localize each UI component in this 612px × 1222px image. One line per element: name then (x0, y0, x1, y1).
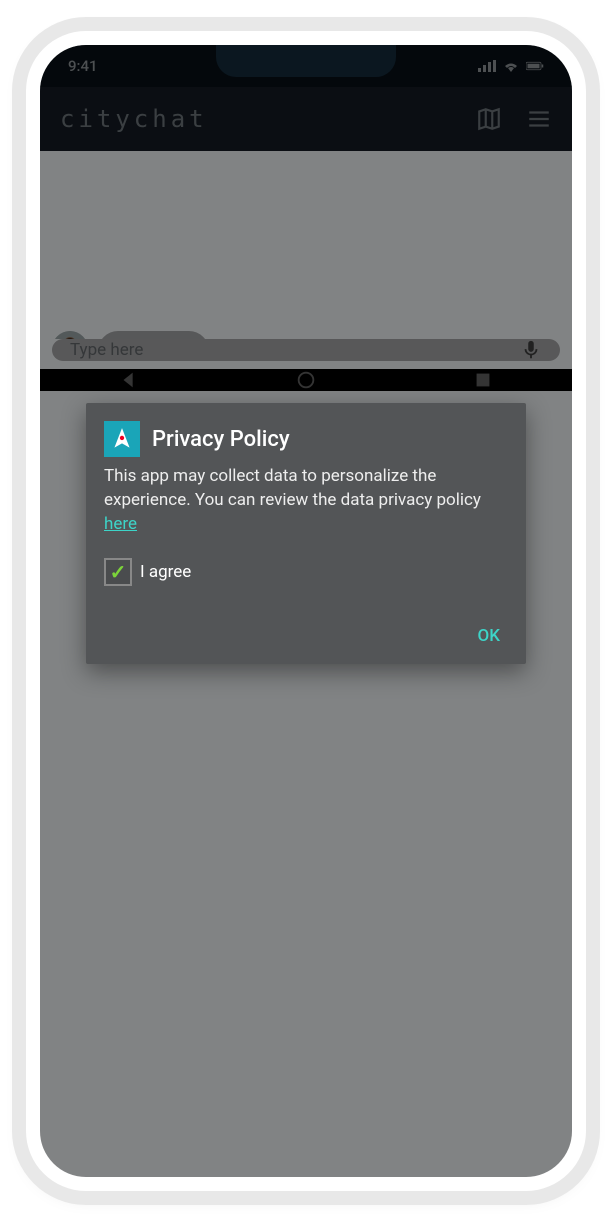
dialog-body: This app may collect data to personalize… (104, 465, 508, 536)
agree-label: I agree (140, 562, 191, 582)
dialog-title: Privacy Policy (152, 427, 290, 452)
dialog-body-text: This app may collect data to personalize… (104, 466, 481, 510)
checkmark-icon: ✓ (110, 560, 127, 584)
privacy-policy-link[interactable]: here (104, 514, 137, 534)
ok-button[interactable]: OK (478, 626, 500, 646)
phone-frame: 9:41 citychat Hi, I'm CiciWGWGI'm Cici D… (26, 31, 586, 1191)
dialog-app-icon (104, 421, 140, 457)
agree-checkbox[interactable]: ✓ (104, 558, 132, 586)
privacy-dialog: Privacy Policy This app may collect data… (86, 403, 526, 664)
screen: 9:41 citychat Hi, I'm CiciWGWGI'm Cici D… (40, 45, 572, 1177)
agree-checkbox-row[interactable]: ✓ I agree (104, 558, 508, 586)
notch (216, 45, 396, 77)
